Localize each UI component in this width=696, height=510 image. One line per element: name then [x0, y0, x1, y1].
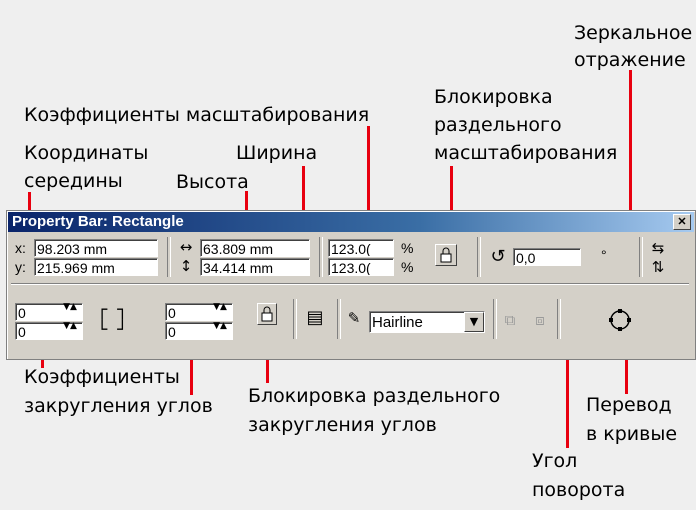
y-label: y: [15, 259, 26, 275]
rotation-label-1: Угол [532, 450, 578, 472]
lock-scale-button[interactable] [435, 244, 457, 266]
lock-icon [261, 306, 273, 322]
width-arrows-icon: ↔ [179, 238, 193, 256]
outline-pen-icon: ✎ [347, 309, 361, 327]
coords-label-2: середины [24, 170, 123, 192]
scale-x-field[interactable]: 123.0( [328, 239, 394, 257]
row-divider [11, 283, 689, 285]
degree-label: ° [601, 247, 607, 263]
mirror-label-1: Зеркальное [574, 22, 693, 44]
separator [319, 237, 323, 277]
separator [337, 299, 341, 339]
rotate-icon: ↺ [490, 246, 506, 267]
lock-round-label-2: закругления углов [248, 414, 437, 436]
chevron-down-icon[interactable]: ▼ [464, 312, 484, 332]
property-bar-titlebar[interactable]: Property Bar: Rectangle ✕ [8, 212, 694, 232]
property-bar-window: Property Bar: Rectangle ✕ x: y: 98.203 m… [6, 210, 696, 360]
lock-corner-button[interactable] [257, 303, 277, 325]
corner-round-label-1: Коэффициенты [24, 366, 180, 388]
lock-icon [440, 247, 452, 263]
lock-scale-label-1: Блокировка [434, 86, 553, 108]
outline-width-value: Hairline [372, 314, 423, 331]
x-label: x: [15, 240, 26, 256]
close-button[interactable]: ✕ [673, 214, 691, 230]
corner-bottom-right-spinner[interactable]: ▼▲ [209, 322, 231, 340]
separator [639, 237, 643, 277]
rotation-label-2: поворота [532, 479, 626, 501]
corner-bottom-icons: └┘ [97, 320, 138, 340]
lock-scale-label-2: раздельного [434, 114, 562, 136]
height-field[interactable]: 34.414 mm [200, 258, 310, 276]
separator [293, 299, 297, 339]
convert-to-curves-icon [609, 309, 631, 331]
to-back-icon[interactable]: ⧈ [529, 311, 551, 329]
separator [493, 299, 497, 339]
y-position-field[interactable]: 215.969 mm [34, 258, 158, 276]
separator [477, 237, 481, 277]
scale-label: Коэффициенты масштабирования [24, 104, 370, 126]
percent-x-label: % [401, 240, 414, 256]
percent-y-label: % [401, 259, 414, 275]
corner-top-right-spinner[interactable]: ▼▲ [209, 303, 231, 321]
scale-y-field[interactable]: 123.0( [328, 258, 394, 276]
to-curves-label-2: в кривые [586, 423, 678, 445]
lock-round-label-1: Блокировка раздельного [248, 385, 501, 407]
coords-label-1: Координаты [24, 142, 149, 164]
mirror-vertical-icon[interactable]: ⇅ [647, 258, 669, 276]
corner-top-icons: ┌┐ [97, 300, 138, 320]
to-front-icon[interactable]: ⧉ [499, 311, 521, 329]
height-label: Высота [176, 171, 249, 193]
height-arrows-icon: ↕ [179, 257, 193, 275]
corner-top-left-spinner[interactable]: ▼▲ [59, 303, 81, 321]
mirror-horizontal-icon[interactable]: ⇆ [647, 239, 669, 257]
width-label: Ширина [236, 142, 318, 164]
convert-to-curves-button[interactable] [607, 307, 633, 337]
width-field[interactable]: 63.809 mm [200, 239, 310, 257]
wrap-text-icon[interactable]: ▤ [301, 309, 329, 327]
to-curves-label-1: Перевод [586, 394, 672, 416]
corner-round-label-2: закругления углов [24, 395, 213, 417]
rotation-angle-field[interactable]: 0,0 [513, 248, 581, 266]
property-bar-title: Property Bar: Rectangle [12, 213, 184, 230]
separator [167, 237, 171, 277]
separator [557, 299, 561, 339]
lock-scale-label-3: масштабирования [434, 142, 618, 164]
x-position-field[interactable]: 98.203 mm [34, 239, 158, 257]
corner-bottom-left-spinner[interactable]: ▼▲ [59, 322, 81, 340]
